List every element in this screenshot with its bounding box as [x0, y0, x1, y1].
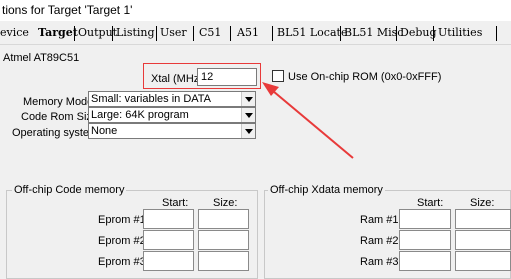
tab-device[interactable]: evice	[0, 24, 29, 42]
tab-target[interactable]: Target	[38, 24, 78, 42]
tab-user[interactable]: User	[160, 24, 187, 42]
operating-system-select[interactable]: None	[88, 123, 256, 139]
tab-bar: evice Target Output Listing User C51 A51…	[0, 24, 511, 44]
tab-a51[interactable]: A51	[237, 24, 259, 42]
tab-separator	[112, 26, 113, 41]
onchip-rom-checkbox[interactable]	[272, 70, 284, 82]
tab-bl51-locate[interactable]: BL51 Locate	[277, 24, 347, 42]
code-rom-size-select[interactable]: Large: 64K program	[88, 107, 256, 123]
tab-separator	[340, 26, 341, 41]
tab-separator	[156, 26, 157, 41]
ram3-start-input[interactable]	[399, 251, 451, 271]
ram2-start-input[interactable]	[399, 230, 451, 250]
tab-separator	[74, 26, 75, 41]
eprom2-start-input[interactable]	[143, 230, 194, 250]
eprom1-size-input[interactable]	[198, 209, 249, 229]
code-rom-size-value: Large: 64K program	[91, 109, 189, 121]
ram3-size-input[interactable]	[455, 251, 511, 271]
eprom3-size-input[interactable]	[198, 251, 249, 271]
ram1-size-input[interactable]	[455, 209, 511, 229]
tab-utilities[interactable]: Utilities	[438, 24, 482, 42]
xdata-start-header: Start:	[417, 197, 444, 209]
device-name: Atmel AT89C51	[3, 52, 80, 64]
chevron-down-icon[interactable]	[241, 92, 255, 106]
tab-separator	[433, 26, 434, 41]
tab-separator	[272, 26, 273, 41]
chevron-down-icon[interactable]	[241, 108, 255, 122]
memory-model-select[interactable]: Small: variables in DATA	[88, 91, 256, 107]
eprom3-start-input[interactable]	[143, 251, 194, 271]
offchip-code-title: Off-chip Code memory	[12, 184, 127, 197]
chevron-down-icon[interactable]	[241, 124, 255, 138]
code-start-header: Start:	[162, 197, 189, 209]
ram1-label: Ram #1:	[360, 214, 402, 226]
tab-bl51-misc[interactable]: BL51 Misc	[344, 24, 403, 42]
eprom1-label: Eprom #1:	[98, 214, 149, 226]
tab-separator	[230, 26, 231, 41]
tab-separator	[396, 26, 397, 41]
memory-model-value: Small: variables in DATA	[91, 93, 212, 105]
eprom2-label: Eprom #2:	[98, 235, 149, 247]
tab-debug[interactable]: Debug	[400, 24, 437, 42]
tab-c51[interactable]: C51	[199, 24, 221, 42]
tab-separator	[193, 26, 194, 41]
dialog-title: tions for Target 'Target 1'	[0, 0, 511, 21]
ram2-label: Ram #2:	[360, 235, 402, 247]
ram1-start-input[interactable]	[399, 209, 451, 229]
offchip-xdata-title: Off-chip Xdata memory	[268, 184, 385, 197]
code-size-header: Size:	[213, 197, 238, 209]
xtal-highlight-box	[143, 63, 261, 89]
tab-separator	[496, 26, 497, 41]
ram3-label: Ram #3:	[360, 256, 402, 268]
eprom2-size-input[interactable]	[198, 230, 249, 250]
operating-system-value: None	[91, 125, 118, 137]
ram2-size-input[interactable]	[455, 230, 511, 250]
xdata-size-header: Size:	[470, 197, 495, 209]
tab-listing[interactable]: Listing	[116, 24, 155, 42]
onchip-rom-label: Use On-chip ROM (0x0-0xFFF)	[288, 71, 442, 83]
eprom1-start-input[interactable]	[143, 209, 194, 229]
eprom3-label: Eprom #3:	[98, 256, 149, 268]
